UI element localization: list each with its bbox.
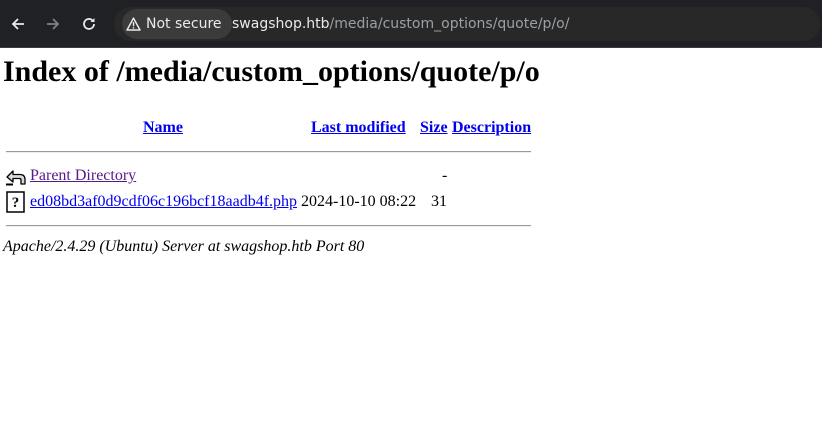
arrow-right-icon (47, 18, 60, 30)
row-last-modified: 2024-10-10 08:22 (301, 193, 417, 210)
warning-icon (126, 17, 141, 31)
column-header-size[interactable]: Size (420, 119, 448, 137)
footer-divider (6, 225, 531, 227)
page-title: Index of /media/custom_options/quote/p/o (3, 55, 540, 88)
forward-button[interactable] (39, 10, 67, 38)
security-chip[interactable]: Not secure (122, 9, 232, 39)
arrow-left-icon (11, 18, 24, 30)
address-bar[interactable]: Not secure swagshop.htb/media/custom_opt… (114, 7, 820, 41)
unknown-file-icon: ? (6, 191, 25, 213)
column-header-name[interactable]: Name (143, 119, 183, 137)
back-icon (6, 170, 26, 186)
parent-directory-link[interactable]: Parent Directory (30, 167, 136, 185)
column-header-last-modified[interactable]: Last modified (311, 119, 406, 137)
url-host: swagshop.htb (232, 16, 330, 32)
server-signature: Apache/2.4.29 (Ubuntu) Server at swagsho… (3, 238, 365, 255)
row-size: 31 (431, 193, 447, 210)
url-path: /media/custom_options/quote/p/o/ (329, 16, 570, 32)
security-label: Not secure (146, 16, 222, 32)
column-header-description[interactable]: Description (452, 119, 531, 137)
reload-button[interactable] (75, 10, 103, 38)
row-size: - (442, 167, 448, 184)
browser-toolbar: Not secure swagshop.htb/media/custom_opt… (0, 0, 822, 48)
header-divider (6, 151, 531, 153)
reload-icon (83, 18, 95, 30)
back-button[interactable] (4, 10, 32, 38)
svg-text:?: ? (12, 195, 20, 211)
file-link[interactable]: ed08bd3af0d9cdf06c196bcf18aadb4f.php (30, 193, 297, 211)
url-text[interactable]: swagshop.htb/media/custom_options/quote/… (232, 7, 569, 41)
